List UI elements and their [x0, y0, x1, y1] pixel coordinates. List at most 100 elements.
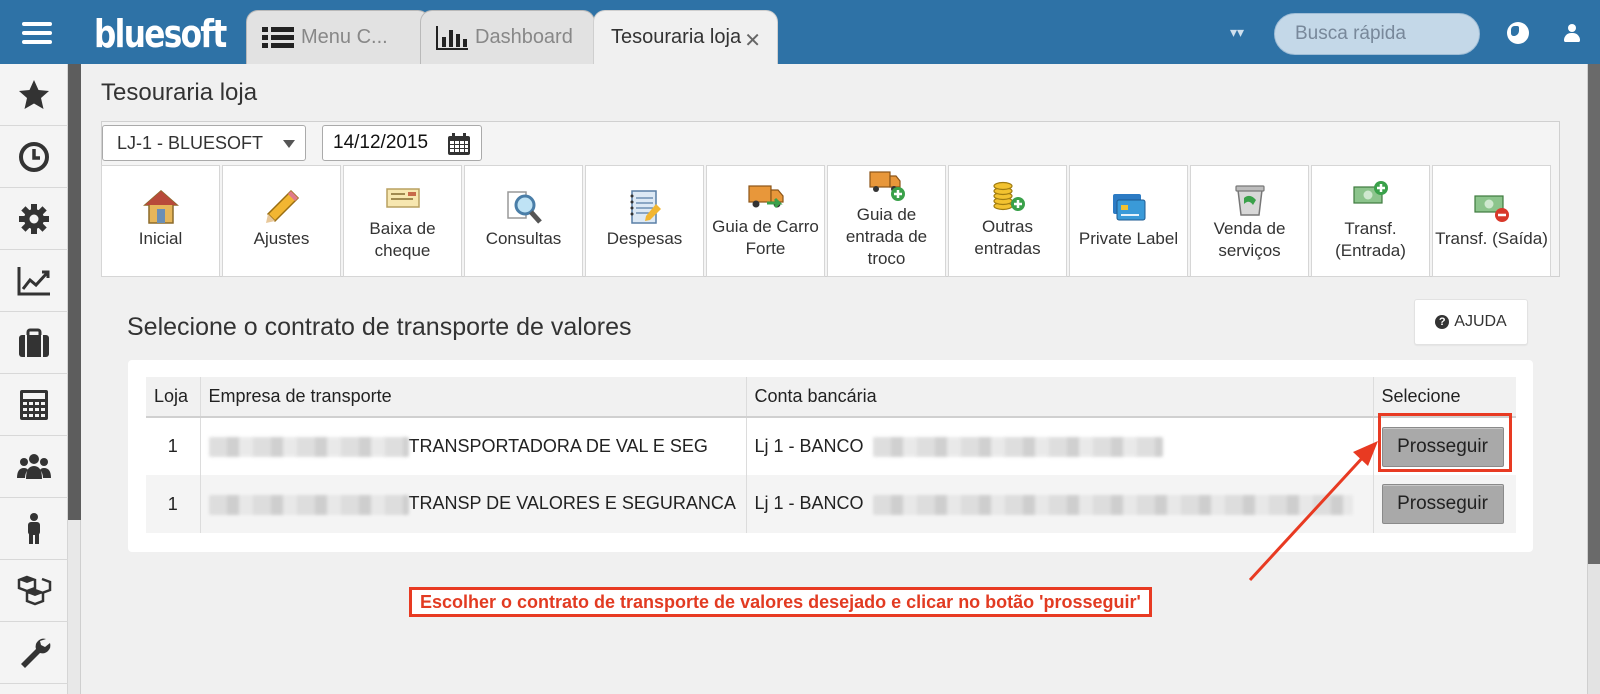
header-selecione: Selecione [1373, 377, 1516, 418]
header-conta: Conta bancária [746, 377, 1374, 418]
cell-conta: Lj 1 - BANCO [746, 417, 1374, 475]
person-icon [28, 512, 40, 544]
cell-conta: Lj 1 - BANCO [746, 475, 1374, 533]
store-select-value: LJ-1 - BLUESOFT [117, 133, 264, 153]
top-bar: bluesoft Menu C... Dashboard Tesouraria … [0, 0, 1600, 64]
sidebar-item-settings[interactable] [0, 188, 68, 250]
action-guia-carro-forte[interactable]: Guia de Carro Forte [706, 165, 825, 277]
house-icon [142, 190, 179, 224]
action-label: Consultas [485, 229, 562, 248]
table-header-row: Loja Empresa de transporte Conta bancári… [146, 377, 1516, 418]
cell-selecione: Prosseguir [1373, 475, 1516, 533]
user-icon[interactable] [1564, 24, 1580, 44]
sidebar-item-people[interactable] [0, 436, 68, 498]
wrench-icon [21, 638, 51, 668]
sidebar-scrollbar[interactable] [68, 64, 81, 694]
action-guia-entrada-troco[interactable]: Guia de entrada de troco [827, 165, 946, 277]
money-remove-icon [1473, 195, 1509, 222]
page-scrollbar[interactable] [1587, 64, 1600, 694]
star-icon [19, 79, 49, 109]
action-label: Baixa de cheque [369, 219, 436, 260]
redacted-text [872, 494, 1353, 515]
truck-add-icon [868, 171, 905, 201]
action-transf-entrada[interactable]: Transf. (Entrada) [1311, 165, 1430, 277]
action-transf-saida[interactable]: Transf. (Saída) [1432, 165, 1551, 277]
cell-loja: 1 [146, 475, 201, 533]
sidebar-item-reports[interactable] [0, 250, 68, 312]
tab-tesouraria-label: Tesouraria loja [611, 26, 742, 48]
boxes-icon [17, 575, 52, 605]
notebook-icon [630, 190, 661, 224]
cards-icon [1112, 194, 1145, 221]
close-icon[interactable]: ✕ [744, 28, 761, 53]
annotation-callout: Escolher o contrato de transporte de val… [409, 587, 1152, 617]
redacted-text [208, 494, 409, 515]
action-inicial[interactable]: Inicial [101, 165, 220, 277]
truck-icon [747, 185, 784, 209]
money-add-icon [1352, 181, 1388, 204]
table-row: 1 TRANSPORTADORA DE VAL E SEG Lj 1 - BAN… [146, 417, 1516, 475]
page-title: Tesouraria loja [101, 79, 258, 106]
clock-icon [19, 141, 49, 172]
action-toolbar: Inicial Ajustes Baixa de cheque Consulta… [101, 165, 1560, 277]
sidebar-item-favorites[interactable] [0, 64, 68, 126]
sidebar-item-business[interactable] [0, 312, 68, 374]
action-venda-de-servicos[interactable]: Venda de serviços [1190, 165, 1309, 277]
help-label: AJUDA [1454, 313, 1507, 330]
help-button[interactable]: ? AJUDA [1414, 299, 1528, 345]
users-icon [17, 453, 51, 479]
sidebar-item-history[interactable] [0, 126, 68, 188]
store-select[interactable]: LJ-1 - BLUESOFT [102, 125, 306, 161]
action-label: Despesas [606, 229, 683, 248]
tab-menu[interactable]: Menu C... [246, 10, 430, 64]
coins-add-icon [992, 181, 1025, 211]
hamburger-menu-icon[interactable] [22, 22, 52, 44]
tab-menu-label: Menu C... [301, 26, 388, 48]
sidebar-item-products[interactable] [0, 560, 68, 622]
sidebar-item-tools[interactable] [0, 622, 68, 684]
tab-dashboard-label: Dashboard [475, 26, 573, 48]
redacted-text [872, 437, 1163, 458]
action-despesas[interactable]: Despesas [585, 165, 704, 277]
sidebar-item-calculator[interactable] [0, 374, 68, 436]
header-loja: Loja [146, 377, 201, 418]
action-baixa-de-cheque[interactable]: Baixa de cheque [343, 165, 462, 277]
cell-empresa: TRANSP DE VALORES E SEGURANCA [200, 475, 747, 533]
calendar-icon[interactable] [447, 132, 471, 156]
calculator-icon [20, 389, 48, 420]
cell-empresa: TRANSPORTADORA DE VAL E SEG [200, 417, 747, 475]
gear-icon [19, 203, 49, 234]
redacted-text [208, 437, 409, 458]
table-row: 1 TRANSP DE VALORES E SEGURANCA Lj 1 - B… [146, 475, 1516, 533]
caret-down-icon [283, 140, 295, 148]
tab-tesouraria-loja[interactable]: Tesouraria loja ✕ [593, 10, 778, 64]
conta-name: Lj 1 - BANCO [754, 493, 864, 514]
header-empresa: Empresa de transporte [200, 377, 747, 418]
action-label: Transf. (Saída) [1435, 229, 1548, 248]
action-label: Guia de entrada de troco [845, 205, 928, 268]
bar-chart-icon [436, 25, 468, 50]
prosseguir-button[interactable]: Prosseguir [1381, 484, 1504, 524]
action-label: Venda de serviços [1213, 219, 1286, 260]
search-input[interactable]: Busca rápida [1274, 13, 1480, 55]
app-logo[interactable]: bluesoft [94, 12, 227, 56]
section-title: Selecione o contrato de transporte de va… [127, 313, 632, 341]
question-icon: ? [1435, 315, 1450, 329]
action-ajustes[interactable]: Ajustes [222, 165, 341, 277]
sidebar-item-person[interactable] [0, 498, 68, 560]
check-document-icon [385, 188, 420, 208]
action-consultas[interactable]: Consultas [464, 165, 583, 277]
line-chart-icon [17, 266, 50, 295]
date-input[interactable]: 14/12/2015 [322, 125, 482, 161]
cell-loja: 1 [146, 417, 201, 475]
globe-icon[interactable] [1507, 22, 1529, 44]
action-outras-entradas[interactable]: Outras entradas [948, 165, 1067, 277]
action-label: Guia de Carro Forte [712, 217, 819, 258]
chevron-down-icon[interactable]: ▾▾ [1230, 24, 1244, 41]
action-label: Outras entradas [974, 217, 1041, 258]
action-label: Ajustes [253, 229, 310, 248]
tab-dashboard[interactable]: Dashboard [420, 10, 595, 64]
action-private-label[interactable]: Private Label [1069, 165, 1188, 277]
briefcase-icon [19, 328, 49, 357]
action-label: Private Label [1078, 229, 1179, 248]
